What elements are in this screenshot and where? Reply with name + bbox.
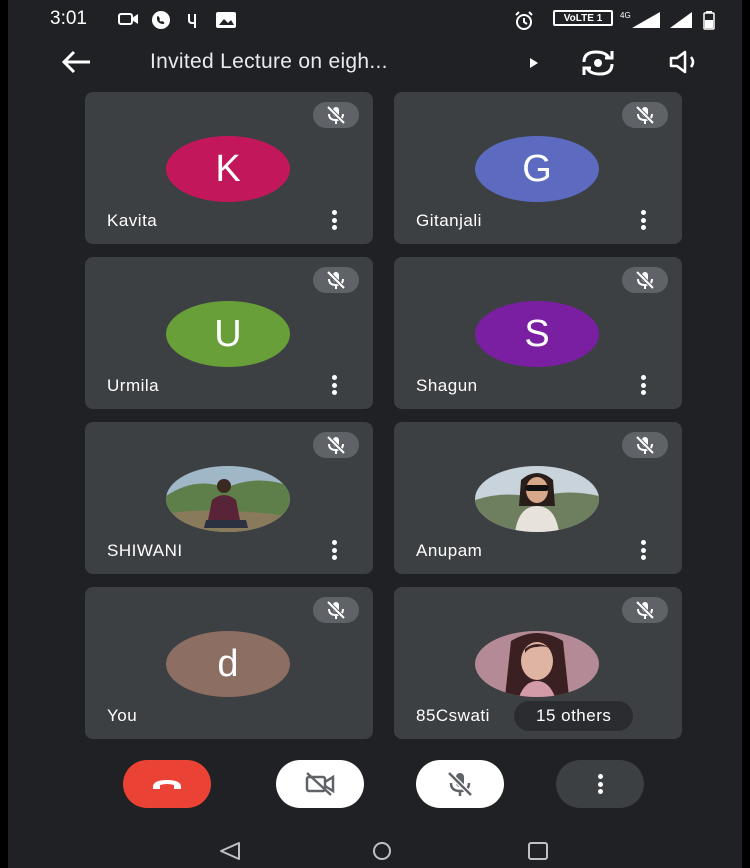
mic-muted-badge bbox=[622, 102, 668, 128]
participant-tile[interactable]: 85Cswati 15 others bbox=[394, 587, 682, 739]
mic-off-icon bbox=[635, 270, 655, 290]
system-navigation-bar bbox=[8, 815, 742, 868]
more-vert-icon[interactable] bbox=[331, 375, 337, 395]
mic-muted-badge bbox=[622, 597, 668, 623]
status-time: 3:01 bbox=[50, 8, 87, 29]
whatsapp-icon bbox=[152, 11, 170, 29]
app-notification-icon bbox=[188, 14, 196, 28]
mic-muted-badge bbox=[313, 432, 359, 458]
svg-text:4G: 4G bbox=[620, 11, 631, 20]
avatar: G bbox=[475, 136, 599, 202]
participant-name: Anupam bbox=[416, 541, 483, 560]
nav-home-icon[interactable] bbox=[370, 841, 394, 861]
more-vert-icon[interactable] bbox=[331, 210, 337, 230]
participant-name: Kavita bbox=[107, 211, 158, 230]
more-options-button[interactable] bbox=[556, 760, 644, 808]
mic-off-icon bbox=[326, 600, 346, 620]
mic-off-icon bbox=[635, 105, 655, 125]
participant-tile[interactable]: K Kavita bbox=[85, 92, 373, 244]
mic-muted-badge bbox=[313, 597, 359, 623]
meeting-title[interactable]: Invited Lecture on eigh... bbox=[150, 50, 388, 74]
battery-icon bbox=[703, 11, 715, 30]
mic-off-icon bbox=[447, 771, 473, 797]
mic-off-icon bbox=[635, 600, 655, 620]
call-header: Invited Lecture on eigh... bbox=[8, 38, 742, 88]
participant-tile[interactable]: U Urmila bbox=[85, 257, 373, 409]
avatar: S bbox=[475, 301, 599, 367]
mic-off-icon bbox=[326, 105, 346, 125]
participant-tile[interactable]: Anupam bbox=[394, 422, 682, 574]
participant-name: 85Cswati bbox=[416, 706, 490, 725]
gallery-notification-icon bbox=[216, 12, 236, 28]
nav-recents-icon[interactable] bbox=[526, 841, 550, 861]
mic-muted-badge bbox=[313, 267, 359, 293]
more-vert-icon[interactable] bbox=[640, 540, 646, 560]
camera-toggle-button[interactable] bbox=[276, 760, 364, 808]
more-vert-icon[interactable] bbox=[640, 210, 646, 230]
participant-name: SHIWANI bbox=[107, 541, 183, 560]
signal-4g-icon: 4G bbox=[620, 11, 660, 28]
signal-icon bbox=[670, 12, 692, 28]
camera-off-icon bbox=[305, 772, 335, 796]
self-tile[interactable]: d You bbox=[85, 587, 373, 739]
mic-muted-badge bbox=[622, 267, 668, 293]
participant-name: Gitanjali bbox=[416, 211, 482, 230]
profile-photo bbox=[475, 631, 599, 697]
participant-tile[interactable]: G Gitanjali bbox=[394, 92, 682, 244]
volte-indicator: VoLTE 1 bbox=[553, 10, 613, 26]
mic-muted-badge bbox=[622, 432, 668, 458]
avatar: d bbox=[166, 631, 290, 697]
profile-photo bbox=[475, 466, 599, 532]
avatar: U bbox=[166, 301, 290, 367]
avatar: K bbox=[166, 136, 290, 202]
speaker-icon[interactable] bbox=[668, 50, 704, 74]
mic-off-icon bbox=[326, 435, 346, 455]
participant-name: Urmila bbox=[107, 376, 160, 395]
hang-up-icon bbox=[153, 780, 181, 789]
more-vert-icon[interactable] bbox=[331, 540, 337, 560]
mic-off-icon bbox=[635, 435, 655, 455]
mic-toggle-button[interactable] bbox=[416, 760, 504, 808]
others-count-pill[interactable]: 15 others bbox=[514, 701, 634, 731]
profile-photo bbox=[166, 466, 290, 532]
meet-call-screen: 3:01 VoLTE 1 4G Invited Lecture on eigh.… bbox=[8, 0, 742, 868]
expand-details-icon[interactable] bbox=[528, 56, 540, 70]
mic-muted-badge bbox=[313, 102, 359, 128]
switch-camera-icon[interactable] bbox=[578, 48, 618, 78]
mic-off-icon bbox=[326, 270, 346, 290]
back-arrow-icon[interactable] bbox=[60, 48, 94, 76]
end-call-button[interactable] bbox=[123, 760, 211, 808]
more-vert-icon bbox=[597, 774, 603, 794]
participant-name: Shagun bbox=[416, 376, 478, 395]
video-call-notification-icon bbox=[118, 13, 138, 25]
nav-back-icon[interactable] bbox=[218, 841, 242, 861]
status-bar: 3:01 VoLTE 1 4G bbox=[8, 0, 742, 38]
participant-tile[interactable]: S Shagun bbox=[394, 257, 682, 409]
alarm-icon bbox=[515, 11, 533, 30]
participant-name: You bbox=[107, 706, 138, 725]
more-vert-icon[interactable] bbox=[640, 375, 646, 395]
participant-tile[interactable]: SHIWANI bbox=[85, 422, 373, 574]
